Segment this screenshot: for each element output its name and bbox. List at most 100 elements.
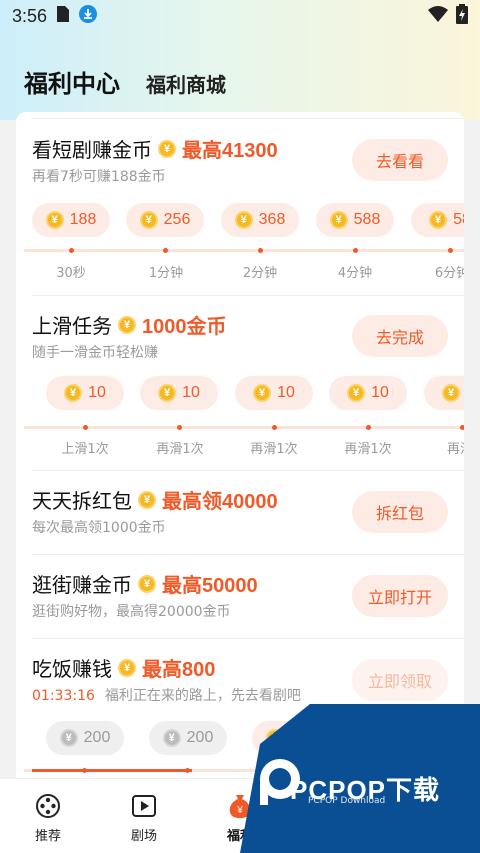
coin-icon: ¥: [64, 384, 83, 402]
status-time: 3:56: [12, 5, 48, 26]
task-title-row: 逛街赚金币 ¥ 最高50000: [32, 569, 258, 598]
timeline-label: 再滑: [446, 442, 464, 457]
progress-track: [24, 426, 464, 429]
timeline-dot: [177, 425, 182, 430]
countdown-timer: 01:33:16: [32, 688, 95, 704]
coin-icon: ¥: [138, 574, 156, 593]
timeline-dot: [82, 768, 87, 773]
download-icon: [79, 4, 98, 28]
timeline-label: 1分钟: [148, 266, 184, 281]
wifi-icon: [428, 5, 448, 27]
status-bar: 3:56: [0, 0, 480, 32]
reward-pill: ¥10: [46, 376, 124, 410]
timeline-label: 30秒: [56, 266, 86, 281]
task-reward: 最高41300: [182, 140, 278, 162]
timeline-label: 4分钟: [337, 266, 373, 281]
coin-icon: ¥: [158, 384, 177, 402]
coin-icon: ¥: [329, 211, 348, 229]
timeline-dot: [448, 248, 453, 253]
battery-icon: [456, 3, 468, 29]
task-title-row: 看短剧赚金币 ¥ 最高41300: [32, 134, 278, 163]
task-title: 吃饭赚钱: [32, 657, 112, 681]
timeline-dot: [460, 425, 464, 430]
timeline-label: 6分钟: [434, 266, 464, 281]
coin-icon: ¥: [429, 211, 448, 229]
timeline-label: 上滑1次: [61, 442, 109, 457]
coin-icon: ¥: [118, 315, 136, 334]
progress-track: [24, 249, 464, 252]
coin-icon: ¥: [45, 211, 64, 229]
reward-pill: ¥10: [140, 376, 218, 410]
reward-pill: ¥10: [329, 376, 407, 410]
task-subtitle: 每次最高领1000金币: [32, 520, 166, 536]
timeline-label: 2分钟: [242, 266, 278, 281]
task-title-row: 上滑任务 ¥ 1000金币: [32, 310, 227, 339]
timeline-dot: [163, 248, 168, 253]
reward-pill: ¥10: [235, 376, 313, 410]
reward-pill: ¥200: [149, 721, 227, 755]
watermark-subtext: PCPOP Download: [308, 796, 386, 806]
task-title-row: 天天拆红包 ¥ 最高领40000: [32, 485, 278, 514]
divider: [32, 638, 464, 639]
reward-pill: ¥200: [46, 721, 124, 755]
task-list-card: 看短剧赚金币 ¥ 最高41300 再看7秒可赚188金币 去看看 ¥188 ¥2…: [16, 112, 464, 778]
claim-now-button[interactable]: 立即领取: [352, 659, 448, 701]
nav-item-recommend[interactable]: 推荐: [0, 791, 96, 844]
coin-icon: ¥: [347, 384, 366, 402]
task-subtitle: 01:33:16 福利正在来的路上，先去看剧吧: [32, 688, 301, 704]
task-reward: 1000金币: [142, 316, 227, 338]
reward-pill: ¥58: [411, 203, 464, 237]
play-square-icon: [132, 795, 156, 817]
coin-icon: ¥: [253, 384, 272, 402]
nav-label: 剧场: [130, 829, 157, 844]
page-header: 福利中心 福利商城: [24, 64, 226, 99]
timeline-label: 再滑1次: [156, 442, 204, 457]
page-title: 福利中心: [24, 70, 120, 98]
timeline-label: 再滑1次: [344, 442, 392, 457]
nav-item-theater[interactable]: 剧场: [96, 791, 192, 844]
timeline-dot: [272, 425, 277, 430]
coin-icon: ¥: [158, 139, 176, 158]
sim-card-icon: [57, 5, 70, 27]
task-title: 逛街赚金币: [32, 573, 132, 597]
go-complete-button[interactable]: 去完成: [352, 315, 448, 357]
coin-icon: ¥: [118, 658, 136, 677]
timeline-dot: [69, 248, 74, 253]
nav-label: 推荐: [34, 829, 61, 844]
task-title-row: 吃饭赚钱 ¥ 最高800: [32, 653, 215, 682]
task-reward: 最高领40000: [162, 491, 278, 513]
timeline-dot: [83, 425, 88, 430]
go-watch-button[interactable]: 去看看: [352, 139, 448, 181]
task-title: 看短剧赚金币: [32, 138, 152, 162]
reward-pill: ¥10: [424, 376, 464, 410]
divider: [32, 118, 464, 119]
timeline-label: 再滑1次: [250, 442, 298, 457]
progress-fill: [32, 769, 192, 772]
task-title: 天天拆红包: [32, 489, 132, 513]
open-now-button[interactable]: 立即打开: [352, 575, 448, 617]
reward-pill: ¥368: [221, 203, 299, 237]
pcpop-watermark: PCPOP下载 PCPOP Download: [240, 704, 480, 853]
coin-icon: ¥: [139, 211, 158, 229]
timeline-dot: [258, 248, 263, 253]
tab-welfare-mall[interactable]: 福利商城: [146, 69, 226, 98]
reward-timeline: ¥188 ¥256 ¥368 ¥588 ¥58 30秒 1分钟 2分钟 4分钟 …: [16, 202, 464, 282]
task-subtitle: 再看7秒可赚188金币: [32, 169, 166, 185]
coin-icon: ¥: [59, 729, 78, 747]
coin-icon: ¥: [138, 490, 156, 509]
divider: [32, 470, 464, 471]
coin-icon: ¥: [442, 384, 461, 402]
task-title: 上滑任务: [32, 314, 112, 338]
reward-timeline: ¥10 ¥10 ¥10 ¥10 ¥10 上滑1次 再滑1次 再滑1次 再滑1次 …: [16, 376, 464, 457]
divider: [32, 295, 464, 296]
timeline-dot: [366, 425, 371, 430]
task-subtitle: 逛街购好物，最高得20000金币: [32, 604, 231, 620]
film-reel-icon: [36, 794, 60, 818]
coin-icon: ¥: [162, 729, 181, 747]
task-reward: 最高50000: [162, 575, 258, 597]
task-subtitle: 随手一滑金币轻松赚: [32, 345, 158, 361]
open-red-packet-button[interactable]: 拆红包: [352, 491, 448, 533]
coin-icon: ¥: [234, 211, 253, 229]
task-reward: 最高800: [142, 659, 216, 681]
divider: [32, 554, 464, 555]
